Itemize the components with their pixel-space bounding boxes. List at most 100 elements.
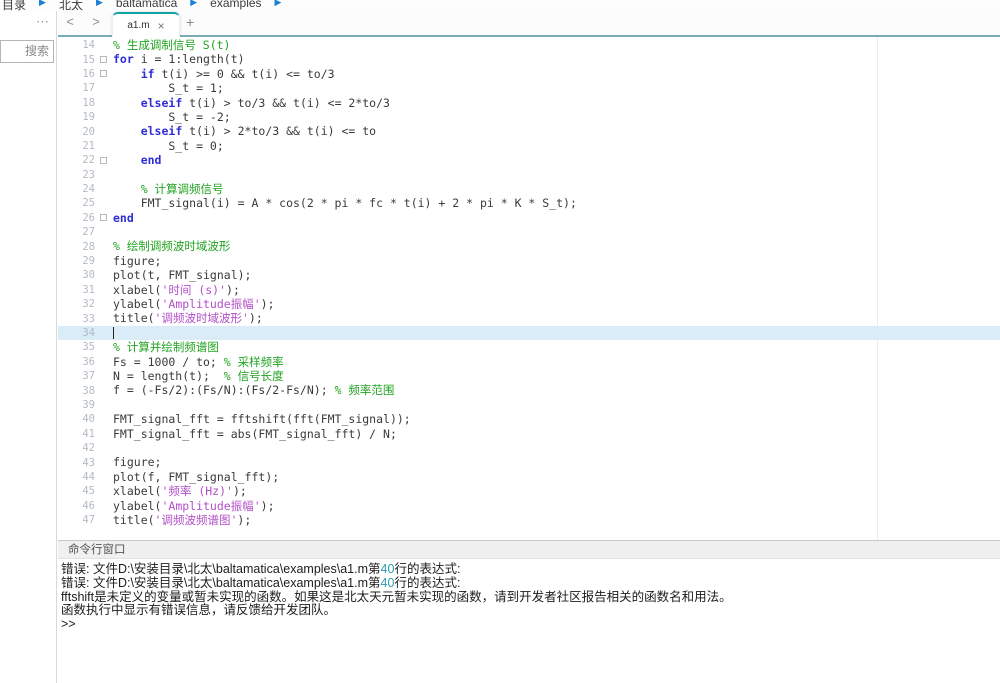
line-number: 34	[58, 327, 95, 339]
code-text: ylabel('Amplitude振幅');	[110, 297, 275, 311]
code-line[interactable]: 29figure;	[58, 254, 1000, 268]
fold-marker-slot	[95, 214, 110, 221]
code-line[interactable]: 19 S_t = -2;	[58, 110, 1000, 124]
close-icon[interactable]: ×	[158, 19, 165, 33]
code-line[interactable]: 46ylabel('Amplitude振幅');	[58, 499, 1000, 513]
baltamatica-window: 目录 ▶ 北太 ▶ baltamatica ▶ examples ▶ ⋯ 搜索 < > a1.…	[0, 0, 1000, 683]
code-line[interactable]: 21 S_t = 0;	[58, 139, 1000, 153]
line-number: 43	[58, 457, 95, 469]
code-text: xlabel('频率 (Hz)');	[110, 484, 247, 498]
line-number: 44	[58, 471, 95, 483]
line-number: 38	[58, 385, 95, 397]
code-line[interactable]: 22 end	[58, 153, 1000, 167]
breadcrumb: 目录 ▶ 北太 ▶ baltamatica ▶ examples ▶	[0, 0, 1000, 11]
search-input[interactable]: 搜索	[0, 40, 54, 63]
fold-marker-icon[interactable]	[100, 214, 107, 221]
code-line[interactable]: 28% 绘制调频波时域波形	[58, 239, 1000, 253]
code-line[interactable]: 16 if t(i) >= 0 && t(i) <= to/3	[58, 67, 1000, 81]
command-window-output[interactable]: 错误: 文件D:\安装目录\北太\baltamatica\examples\a1…	[58, 559, 1000, 632]
add-tab-icon[interactable]: +	[186, 14, 194, 30]
code-line-current[interactable]: 34	[58, 326, 1000, 340]
tab-a1m[interactable]: a1.m ×	[112, 12, 180, 37]
code-line[interactable]: 23	[58, 168, 1000, 182]
code-text: elseif t(i) > to/3 && t(i) <= 2*to/3	[110, 96, 390, 110]
code-text: f = (-Fs/2):(Fs/N):(Fs/2-Fs/N); % 频率范围	[110, 383, 394, 397]
code-line[interactable]: 33 title('调频波时域波形');	[58, 311, 1000, 325]
code-line[interactable]: 44 plot(f, FMT_signal_fft);	[58, 470, 1000, 484]
code-line[interactable]: 30 plot(t, FMT_signal);	[58, 268, 1000, 282]
fold-marker-icon[interactable]	[100, 56, 107, 63]
line-number: 33	[58, 313, 95, 325]
tab-nav-back-icon[interactable]: <	[63, 14, 77, 29]
breadcrumb-item[interactable]: examples	[210, 0, 261, 10]
code-text: xlabel('时间 (s)');	[110, 283, 240, 297]
fold-marker-icon[interactable]	[100, 70, 107, 77]
code-text: title('调频波频谱图');	[110, 513, 251, 527]
code-line[interactable]: 47title('调频波频谱图');	[58, 513, 1000, 527]
code-text: S_t = 1;	[110, 81, 224, 95]
code-text: figure;	[110, 455, 161, 469]
code-text: end	[110, 153, 161, 167]
tab-nav-forward-icon[interactable]: >	[89, 14, 103, 29]
code-line[interactable]: 17 S_t = 1;	[58, 81, 1000, 95]
line-number: 27	[58, 226, 95, 238]
line-number: 20	[58, 126, 95, 138]
code-line[interactable]: 18 elseif t(i) > to/3 && t(i) <= 2*to/3	[58, 96, 1000, 110]
code-line[interactable]: 37 N = length(t); % 信号长度	[58, 369, 1000, 383]
line-number: 25	[58, 197, 95, 209]
code-line[interactable]: 31 xlabel('时间 (s)');	[58, 283, 1000, 297]
line-number: 36	[58, 356, 95, 368]
more-options-icon[interactable]: ⋯	[36, 14, 50, 30]
code-line[interactable]: 41FMT_signal_fft = abs(FMT_signal_fft) /…	[58, 427, 1000, 441]
line-number: 41	[58, 428, 95, 440]
code-text: plot(f, FMT_signal_fft);	[110, 470, 279, 484]
code-line[interactable]: 26 end	[58, 211, 1000, 225]
line-number: 23	[58, 169, 95, 181]
breadcrumb-arrow-icon[interactable]: ▶	[96, 0, 103, 8]
line-number: 26	[58, 212, 95, 224]
code-line[interactable]: 20 elseif t(i) > 2*to/3 && t(i) <= to	[58, 124, 1000, 138]
breadcrumb-item[interactable]: 目录	[2, 0, 26, 11]
line-number: 42	[58, 442, 95, 454]
code-line[interactable]: 24 % 计算调频信号	[58, 182, 1000, 196]
code-line[interactable]: 25 FMT_signal(i) = A * cos(2 * pi * fc *…	[58, 196, 1000, 210]
code-line[interactable]: 45xlabel('频率 (Hz)');	[58, 484, 1000, 498]
line-number: 35	[58, 341, 95, 353]
breadcrumb-arrow-icon[interactable]: ▶	[190, 0, 197, 8]
breadcrumb-item[interactable]: baltamatica	[116, 0, 177, 10]
code-line[interactable]: 40FMT_signal_fft = fftshift(fft(FMT_sign…	[58, 412, 1000, 426]
breadcrumb-arrow-icon[interactable]: ▶	[39, 0, 46, 8]
code-line[interactable]: 32ylabel('Amplitude振幅');	[58, 297, 1000, 311]
command-window-title: 命令行窗口	[58, 541, 1000, 559]
code-line[interactable]: 35% 计算并绘制频谱图	[58, 340, 1000, 354]
fold-marker-icon[interactable]	[100, 157, 107, 164]
code-line[interactable]: 15for i = 1:length(t)	[58, 52, 1000, 66]
console-line: 错误: 文件D:\安装目录\北太\baltamatica\examples\a1…	[61, 577, 996, 591]
breadcrumb-item[interactable]: 北太	[59, 0, 83, 11]
line-number: 29	[58, 255, 95, 267]
code-editor[interactable]: 14% 生成调制信号 S(t)15for i = 1:length(t)16 i…	[58, 37, 1000, 540]
code-lines: 14% 生成调制信号 S(t)15for i = 1:length(t)16 i…	[58, 37, 1000, 527]
code-text: end	[110, 211, 134, 225]
line-number: 37	[58, 370, 95, 382]
code-line[interactable]: 36Fs = 1000 / to; % 采样频率	[58, 355, 1000, 369]
code-text: title('调频波时域波形');	[110, 311, 263, 325]
line-number: 22	[58, 154, 95, 166]
code-text: % 绘制调频波时域波形	[110, 239, 230, 253]
command-window-panel: 命令行窗口 错误: 文件D:\安装目录\北太\baltamatica\examp…	[58, 540, 1000, 683]
breadcrumb-arrow-icon[interactable]: ▶	[275, 0, 282, 8]
line-number: 30	[58, 269, 95, 281]
line-number: 31	[58, 284, 95, 296]
line-number: 18	[58, 97, 95, 109]
code-text: N = length(t); % 信号长度	[110, 369, 284, 383]
code-line[interactable]: 42	[58, 441, 1000, 455]
code-line[interactable]: 27	[58, 225, 1000, 239]
code-line[interactable]: 14% 生成调制信号 S(t)	[58, 38, 1000, 52]
code-line[interactable]: 39	[58, 398, 1000, 412]
console-line: 错误: 文件D:\安装目录\北太\baltamatica\examples\a1…	[61, 563, 996, 577]
code-line[interactable]: 38 f = (-Fs/2):(Fs/N):(Fs/2-Fs/N); % 频率范围	[58, 383, 1000, 397]
code-text	[110, 326, 114, 340]
code-text: plot(t, FMT_signal);	[110, 268, 251, 282]
code-text: for i = 1:length(t)	[110, 52, 245, 66]
code-line[interactable]: 43 figure;	[58, 455, 1000, 469]
